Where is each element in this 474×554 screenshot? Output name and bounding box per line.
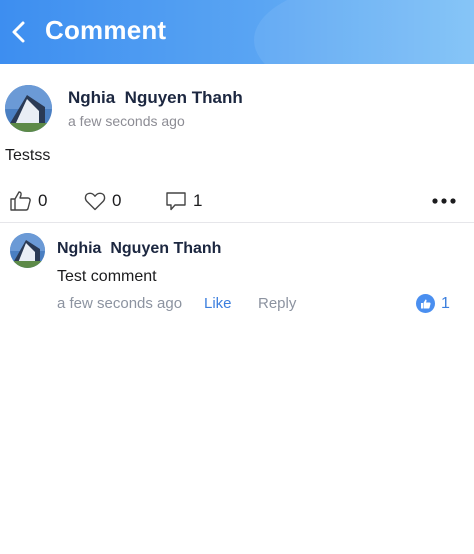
- post-comment-button[interactable]: 1: [164, 186, 202, 216]
- section-divider: [0, 222, 474, 223]
- post-timestamp: a few seconds ago: [68, 113, 185, 129]
- comment-reaction-summary[interactable]: 1: [416, 294, 450, 313]
- comment-author-avatar[interactable]: [10, 233, 45, 268]
- post-action-bar: 0 0 1: [0, 186, 474, 216]
- comment-timestamp: a few seconds ago: [57, 295, 183, 312]
- comment-bubble-icon: [166, 192, 186, 211]
- page-title: Comment: [45, 15, 167, 45]
- post-more-button[interactable]: [432, 191, 456, 211]
- post-heart-button[interactable]: 0: [83, 186, 121, 216]
- header-decoration: [254, 0, 474, 64]
- thumbs-up-outline-icon: [10, 191, 31, 211]
- comment-reaction-count: 1: [441, 294, 450, 312]
- post-heart-count: 0: [112, 191, 122, 210]
- comment-like-button[interactable]: Like: [204, 295, 232, 312]
- comment-reply-button[interactable]: Reply: [258, 295, 296, 312]
- post-like-count: 0: [38, 191, 48, 210]
- post-body-text: Testss: [5, 147, 51, 164]
- post-author-avatar[interactable]: [5, 85, 52, 132]
- heart-outline-icon: [84, 192, 106, 211]
- chevron-left-icon: [12, 21, 25, 43]
- app-header: Comment: [0, 0, 474, 64]
- post-like-button[interactable]: 0: [9, 186, 47, 216]
- post-comment-count: 1: [193, 191, 203, 210]
- thumbs-up-badge-icon: [416, 294, 435, 313]
- more-horizontal-icon: [432, 198, 456, 204]
- back-button[interactable]: [6, 18, 32, 46]
- post-author-name[interactable]: Nghia Nguyen Thanh: [68, 88, 243, 108]
- comment-text: Test comment: [57, 268, 157, 285]
- comment-author-name[interactable]: Nghia Nguyen Thanh: [57, 240, 221, 258]
